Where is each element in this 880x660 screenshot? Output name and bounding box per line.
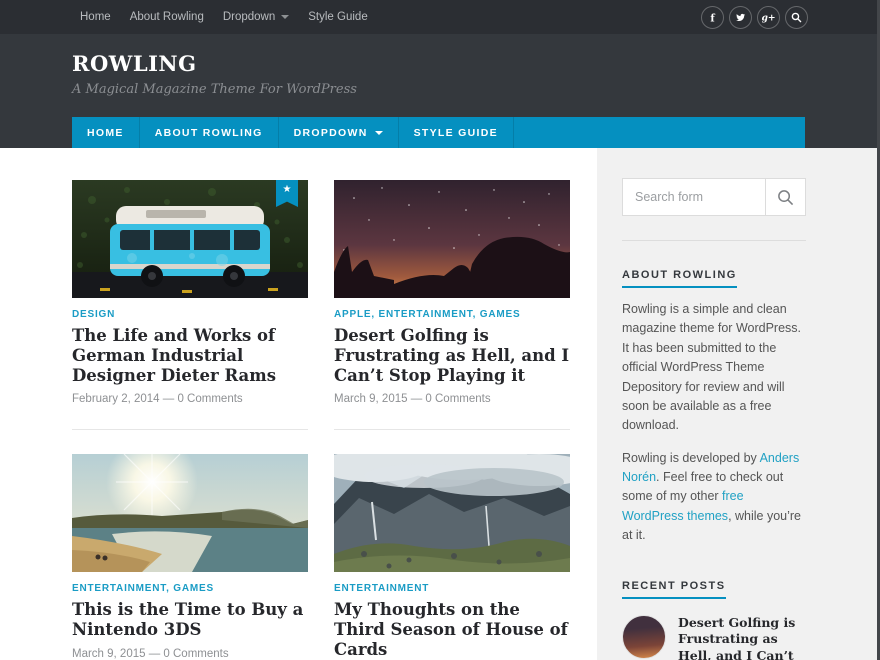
recent-thumb-night-sky bbox=[622, 615, 666, 659]
main-nav: HOME ABOUT ROWLING DROPDOWN STYLE GUIDE bbox=[72, 117, 805, 148]
post-card: ENTERTAINMENT My Thoughts on the Third S… bbox=[334, 454, 570, 660]
googleplus-icon[interactable]: g+ bbox=[757, 6, 780, 29]
about-paragraph-2: Rowling is developed by Anders Norén. Fe… bbox=[622, 449, 806, 546]
top-utility-bar: Home About Rowling Dropdown Style Guide … bbox=[0, 0, 880, 34]
topnav-item-home[interactable]: Home bbox=[80, 11, 111, 23]
post-thumbnail-vw-bus[interactable]: ★ bbox=[72, 180, 308, 298]
topnav-item-styleguide[interactable]: Style Guide bbox=[308, 11, 367, 23]
post-categories[interactable]: APPLE, ENTERTAINMENT, GAMES bbox=[334, 309, 570, 320]
post-meta: March 9, 2015 — 0 Comments bbox=[334, 393, 570, 405]
posts-grid: ★ DESIGN The Life and Works of German In… bbox=[72, 180, 570, 660]
mainnav-item-home[interactable]: HOME bbox=[72, 117, 140, 148]
topnav-item-dropdown[interactable]: Dropdown bbox=[223, 11, 289, 23]
post-thumbnail-beach[interactable] bbox=[72, 454, 308, 572]
svg-text:g+: g+ bbox=[762, 12, 775, 22]
post-title[interactable]: My Thoughts on the Third Season of House… bbox=[334, 600, 570, 659]
magnifier-icon bbox=[777, 189, 794, 206]
post-card: ★ DESIGN The Life and Works of German In… bbox=[72, 180, 308, 430]
about-widget: ABOUT ROWLING Rowling is a simple and cl… bbox=[622, 265, 806, 546]
facebook-icon[interactable]: f bbox=[701, 6, 724, 29]
sidebar-divider bbox=[622, 240, 806, 241]
recent-posts-widget: RECENT POSTS Desert Golfing is Frustrati… bbox=[622, 576, 806, 660]
topnav-item-about[interactable]: About Rowling bbox=[130, 11, 204, 23]
post-card: ENTERTAINMENT, GAMES This is the Time to… bbox=[72, 454, 308, 660]
search-form bbox=[622, 178, 806, 216]
post-title[interactable]: The Life and Works of German Industrial … bbox=[72, 326, 308, 385]
about-paragraph-1: Rowling is a simple and clean magazine t… bbox=[622, 300, 806, 436]
post-meta: March 9, 2015 — 0 Comments bbox=[72, 648, 308, 660]
post-categories[interactable]: ENTERTAINMENT bbox=[334, 583, 570, 594]
site-tagline: A Magical Magazine Theme For WordPress bbox=[0, 76, 880, 97]
search-input[interactable] bbox=[623, 179, 765, 215]
sidebar: ABOUT ROWLING Rowling is a simple and cl… bbox=[622, 178, 806, 660]
search-submit-button[interactable] bbox=[765, 179, 805, 215]
post-title[interactable]: This is the Time to Buy a Nintendo 3DS bbox=[72, 600, 308, 640]
about-widget-title: ABOUT ROWLING bbox=[622, 269, 737, 288]
post-card: APPLE, ENTERTAINMENT, GAMES Desert Golfi… bbox=[334, 180, 570, 430]
mainnav-item-about[interactable]: ABOUT ROWLING bbox=[140, 117, 279, 148]
page-body: ★ DESIGN The Life and Works of German In… bbox=[0, 148, 880, 660]
recent-post-title: Desert Golfing is Frustrating as Hell, a… bbox=[678, 615, 806, 660]
mainnav-item-styleguide[interactable]: STYLE GUIDE bbox=[399, 117, 514, 148]
post-thumbnail-mountains[interactable] bbox=[334, 454, 570, 572]
post-categories[interactable]: ENTERTAINMENT, GAMES bbox=[72, 583, 308, 594]
post-title[interactable]: Desert Golfing is Frustrating as Hell, a… bbox=[334, 326, 570, 385]
post-thumbnail-night-sky[interactable] bbox=[334, 180, 570, 298]
top-nav: Home About Rowling Dropdown Style Guide bbox=[80, 11, 368, 23]
site-title[interactable]: ROWLING bbox=[0, 34, 880, 76]
post-categories[interactable]: DESIGN bbox=[72, 309, 308, 320]
chevron-down-icon bbox=[375, 131, 383, 135]
social-links: f g+ bbox=[701, 6, 808, 29]
search-icon[interactable] bbox=[785, 6, 808, 29]
site-header: ROWLING A Magical Magazine Theme For Wor… bbox=[0, 34, 880, 148]
post-meta: February 2, 2014 — 0 Comments bbox=[72, 393, 308, 405]
recent-post-item[interactable]: Desert Golfing is Frustrating as Hell, a… bbox=[622, 611, 806, 660]
svg-text:f: f bbox=[710, 12, 715, 22]
recent-posts-title: RECENT POSTS bbox=[622, 580, 726, 599]
chevron-down-icon bbox=[281, 15, 289, 19]
twitter-icon[interactable] bbox=[729, 6, 752, 29]
mainnav-item-dropdown[interactable]: DROPDOWN bbox=[279, 117, 399, 148]
